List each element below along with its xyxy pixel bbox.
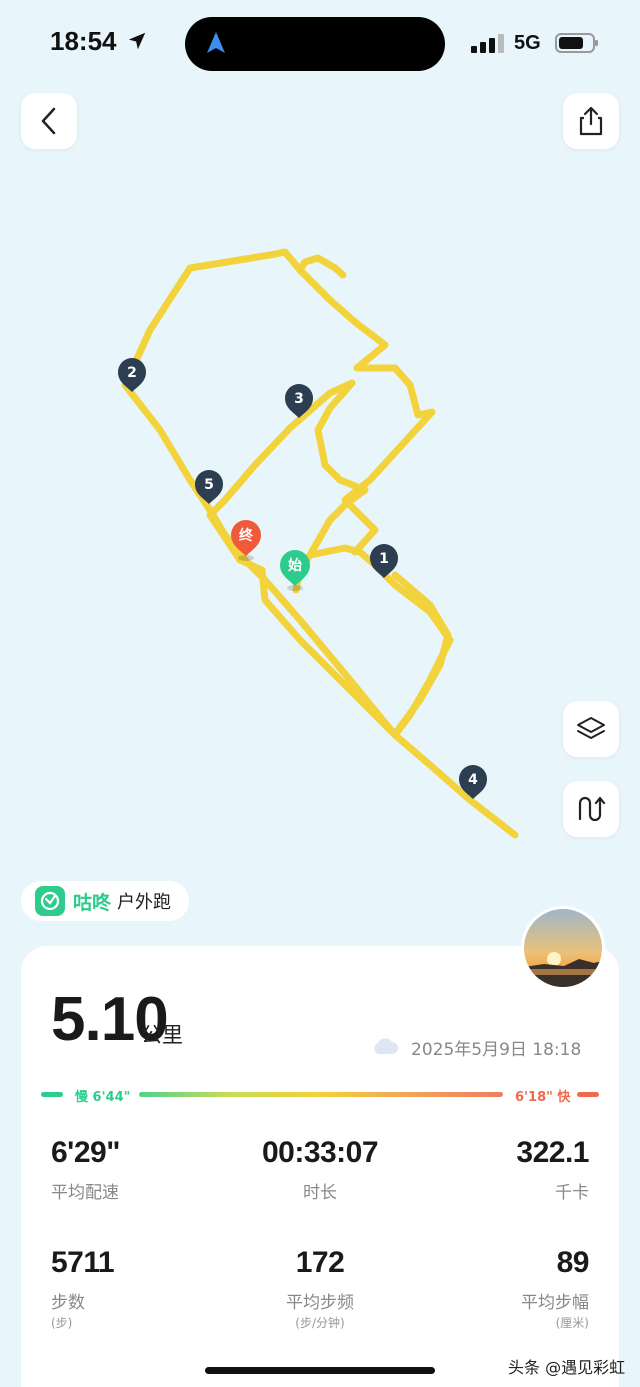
avg-pace-value: 6'29" bbox=[51, 1136, 120, 1169]
sport-mode: 户外跑 bbox=[117, 892, 172, 913]
end-marker-label: 终 bbox=[239, 527, 254, 544]
status-bar: 18:54 5G bbox=[0, 0, 640, 90]
km-marker-label: 1 bbox=[379, 551, 389, 567]
pace-fast-indicator bbox=[577, 1092, 599, 1097]
steps-label: 步数 bbox=[51, 1293, 85, 1313]
start-marker[interactable]: 始 bbox=[280, 550, 310, 591]
pace-fast-label: 6'18" 快 bbox=[515, 1090, 571, 1105]
navigation-icon bbox=[207, 32, 225, 53]
route-toggle-icon bbox=[578, 796, 606, 822]
layers-icon bbox=[577, 717, 605, 739]
share-icon bbox=[579, 106, 603, 136]
route-map[interactable]: 1 2 3 4 5 终 始 bbox=[0, 150, 640, 870]
pace-slow-label: 慢 6'44" bbox=[75, 1090, 131, 1105]
calories-label: 千卡 bbox=[555, 1183, 589, 1203]
pace-gradient bbox=[139, 1092, 503, 1097]
battery-icon bbox=[555, 33, 598, 53]
map-layers-button[interactable] bbox=[563, 701, 619, 757]
stride-value: 89 bbox=[556, 1246, 590, 1279]
pace-range-bar: 慢 6'44" 6'18" 快 bbox=[41, 1084, 599, 1105]
status-time: 18:54 bbox=[50, 26, 117, 56]
summary-card: 5.10 公里 2025年5月9日 18:18 慢 6'44" 6'18" 快 … bbox=[21, 946, 619, 1387]
route-toggle-button[interactable] bbox=[563, 781, 619, 837]
signal-icon bbox=[471, 34, 504, 53]
steps-value: 5711 bbox=[51, 1246, 115, 1279]
route-path bbox=[121, 248, 519, 839]
network-type: 5G bbox=[514, 32, 541, 54]
location-arrow-icon bbox=[128, 32, 146, 50]
stride-unit: (厘米) bbox=[555, 1316, 589, 1330]
avg-pace-label: 平均配速 bbox=[51, 1183, 119, 1203]
start-marker-label: 始 bbox=[288, 557, 302, 574]
calories-value: 322.1 bbox=[516, 1136, 589, 1169]
pace-slow-indicator bbox=[41, 1092, 63, 1097]
watermark: 头条 @遇见彩虹 bbox=[508, 1358, 626, 1377]
gudong-logo-icon bbox=[35, 886, 65, 916]
brand-name: 咕咚 bbox=[73, 891, 112, 914]
avatar[interactable] bbox=[521, 906, 605, 990]
back-button[interactable] bbox=[21, 93, 77, 149]
run-datetime: 2025年5月9日 18:18 bbox=[411, 1040, 582, 1060]
steps-unit: (步) bbox=[51, 1316, 73, 1330]
km-marker-label: 4 bbox=[468, 772, 478, 788]
cloud-icon bbox=[374, 1038, 398, 1054]
distance-unit: 公里 bbox=[141, 1023, 183, 1047]
back-icon bbox=[41, 107, 56, 135]
brand-chip: 咕咚 户外跑 bbox=[21, 881, 189, 921]
km-marker-label: 2 bbox=[127, 365, 137, 381]
stride-label: 平均步幅 bbox=[521, 1293, 589, 1313]
km-marker-label: 5 bbox=[204, 477, 214, 493]
home-indicator bbox=[205, 1367, 435, 1374]
dynamic-island bbox=[185, 17, 445, 71]
share-button[interactable] bbox=[563, 93, 619, 149]
km-marker-label: 3 bbox=[294, 391, 304, 407]
